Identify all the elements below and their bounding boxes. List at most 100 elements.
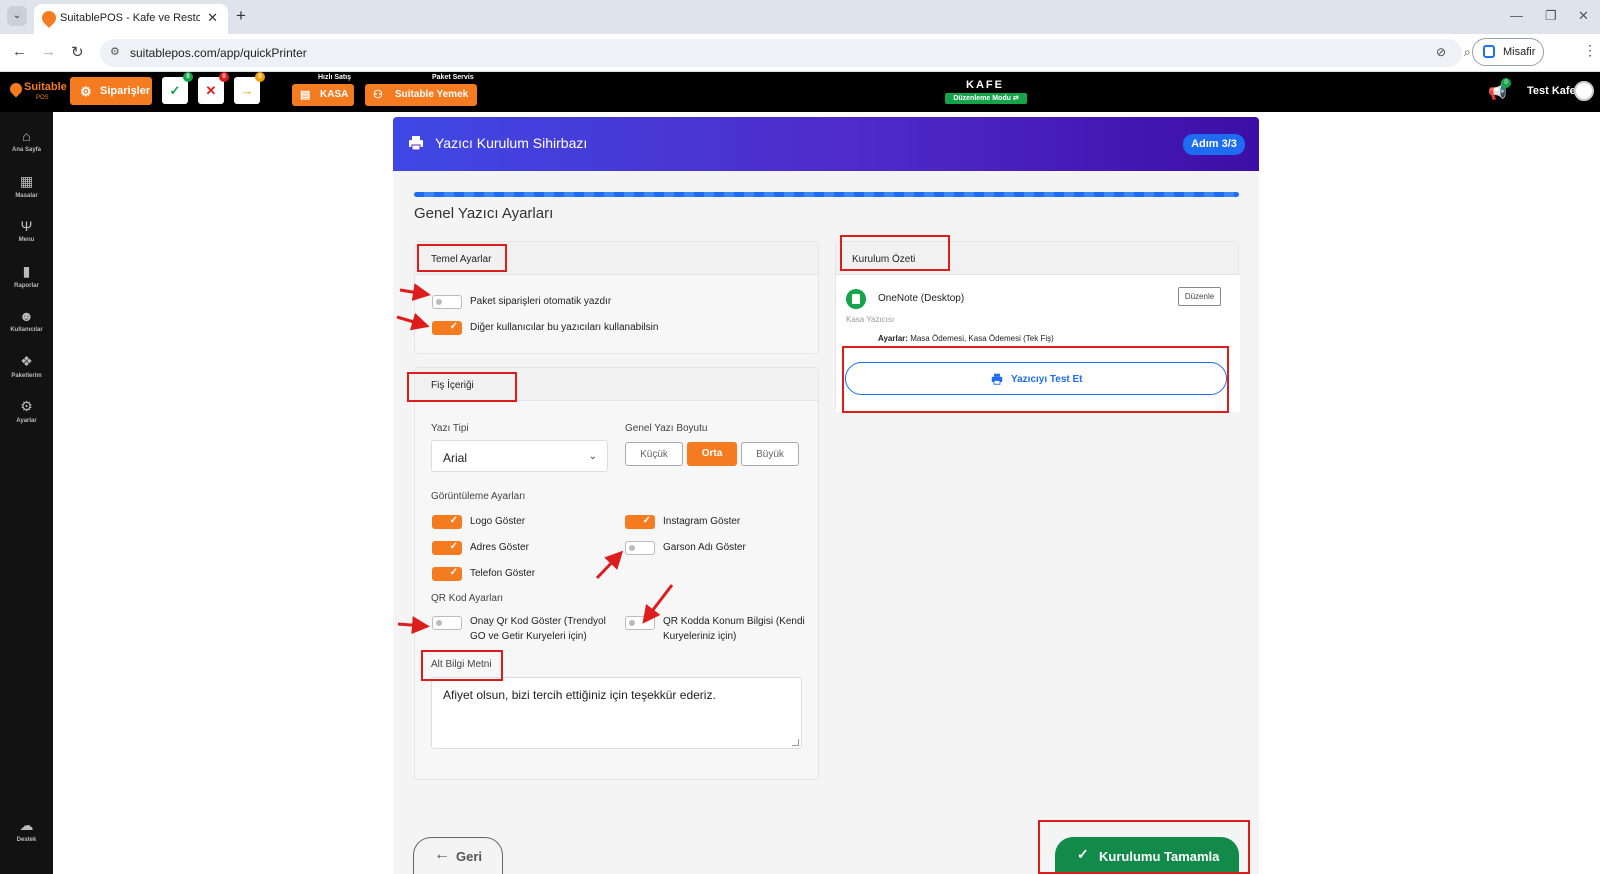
venue-name: KAFE [966,79,1004,91]
progress-bar [414,192,1239,197]
chat-icon: ☁ [19,817,34,833]
suitable-yemek-label: Suitable Yemek [395,89,469,100]
resize-grip-icon[interactable] [792,739,799,746]
close-tab-icon[interactable]: ✕ [207,10,218,26]
back-nav-icon[interactable]: ← [12,43,27,60]
approved-badge: 0 [183,72,193,82]
browser-toolbar: ← → ↻ ⚙ suitablepos.com/app/quickPrinter… [0,34,1600,72]
auto-print-toggle[interactable] [432,295,462,309]
tracking-off-icon[interactable]: ⊘ [1436,45,1446,59]
forward-nav-icon[interactable]: → [41,43,56,60]
share-printer-toggle[interactable] [432,321,462,335]
sidebar-item-users[interactable]: ☻ Kullanıcılar [0,308,53,333]
edit-mode-label: Düzenleme Modu [953,95,1011,102]
sidebar-item-tables[interactable]: ▦ Masalar [0,173,53,199]
kasa-button[interactable]: ▤ KASA [292,84,354,106]
new-tab-icon[interactable]: + [236,6,246,26]
forwarded-orders-button[interactable]: → 0 [234,72,265,104]
app-logo[interactable]: Suitable POS [7,78,67,106]
approval-qr-label: Onay Qr Kod Göster (Trendyol GO ve Getir… [470,616,606,642]
edit-printer-button[interactable]: Düzenle [1178,287,1221,306]
printer-role: Kasa Yazıcısı [846,315,895,324]
receipt-content-card: Fiş İçeriği Yazı Tipi Arial ⌄ Genel Yazı… [414,367,819,780]
font-select-value: Arial [443,451,468,465]
share-printer-label: Diğer kullanıcılar bu yazıcıları kullana… [470,322,659,333]
zoom-icon[interactable]: ⌕ [1464,45,1471,60]
logo-toggle-label: Logo Göster [470,516,526,527]
phone-toggle[interactable] [432,567,462,581]
chevron-down-icon: ⌄ [588,451,597,462]
size-label: Genel Yazı Boyutu [625,423,708,434]
url-text: suitablepos.com/app/quickPrinter [130,46,307,60]
address-toggle[interactable] [432,541,462,555]
suitable-yemek-button[interactable]: ⚇ Suitable Yemek [365,84,477,106]
forwarded-badge: 0 [255,72,265,82]
register-icon: ▤ [300,89,311,101]
settings-prefix: Ayarlar: [878,334,908,343]
app-top-bar: Suitable POS ⚙ Siparişler ✓ 0 ✕ 0 → 0 Hı… [0,72,1600,112]
logo-toggle[interactable] [432,515,462,529]
cancelled-orders-button[interactable]: ✕ 0 [198,72,229,104]
waiter-name-toggle-label: Garson Adı Göster [663,542,746,553]
sidebar-item-settings[interactable]: ⚙ Ayarlar [0,398,53,424]
utensils-icon: Ψ [20,218,33,234]
qr-location-label: QR Kodda Konum Bilgisi (Kendi Kuryelerin… [663,616,805,642]
quick-sale-tag: Hızlı Satış [318,74,352,81]
gift-icon: ❖ [20,353,33,369]
phone-toggle-label: Telefon Göster [470,568,536,579]
users-icon: ☻ [19,308,34,324]
sidebar-item-reports[interactable]: ▮ Raporlar [0,263,53,289]
sidebar-item-menu[interactable]: Ψ Menu [0,218,53,243]
font-label: Yazı Tipi [431,423,469,434]
report-icon: ▮ [22,263,31,279]
footer-text-area[interactable]: Afiyet olsun, bizi tercih ettiğiniz için… [431,677,802,749]
size-large-button[interactable]: Büyük [741,442,799,466]
home-icon: ⌂ [22,128,31,144]
restore-icon[interactable]: ❐ [1545,8,1557,24]
sidebar-item-packages[interactable]: ❖ Paketlerim [0,353,53,379]
waiter-name-toggle[interactable] [625,541,655,555]
logo-sub: POS [36,95,49,101]
approved-orders-button[interactable]: ✓ 0 [162,72,193,104]
user-name[interactable]: Test Kafe [1527,85,1576,97]
minimize-icon[interactable]: — [1510,8,1523,23]
browser-tab[interactable]: SuitablePOS - Kafe ve Restoran ✕ [34,4,228,34]
size-small-button[interactable]: Küçük [625,442,683,466]
annotation-box [1038,820,1250,874]
close-window-icon[interactable]: ✕ [1578,8,1589,24]
annotation-box [407,372,517,402]
instagram-toggle-label: Instagram Göster [663,516,741,527]
instagram-toggle[interactable] [625,515,655,529]
approval-qr-toggle[interactable] [432,616,462,630]
sidebar-item-label: Ayarlar [16,418,37,424]
gears-icon: ⚙ [80,84,92,99]
tab-list-button[interactable]: ⌄ [7,6,27,26]
sidebar-item-label: Menu [18,237,35,243]
qr-location-toggle[interactable] [625,616,655,630]
sidebar-item-home[interactable]: ⌂ Ana Sayfa [0,128,53,153]
arrow-left-icon: ← [434,846,450,863]
sidebar-item-label: Raporlar [14,283,39,289]
sidebar-item-support[interactable]: ☁ Destek [0,817,53,843]
display-settings-label: Görüntüleme Ayarları [431,491,526,502]
browser-menu-icon[interactable]: ⋮ [1583,42,1597,59]
profile-button[interactable]: Misafir [1472,38,1544,66]
reload-icon[interactable]: ↻ [71,43,84,61]
profile-label: Misafir [1503,46,1536,58]
address-bar[interactable]: ⚙ suitablepos.com/app/quickPrinter ⊘ ⌕ [100,39,1471,67]
font-select[interactable]: Arial ⌄ [431,440,608,472]
sidebar-item-label: Kullanıcılar [10,327,43,333]
logo-pin-icon [7,80,25,98]
sidebar-item-label: Ana Sayfa [11,147,41,153]
profile-icon [1483,45,1495,58]
back-label: Geri [456,849,483,864]
announce-badge: 0 [1501,78,1511,88]
site-favicon-icon [39,8,59,28]
back-button[interactable]: ← Geri [413,837,503,874]
size-medium-button[interactable]: Orta [687,442,737,466]
edit-mode-badge[interactable]: Düzenleme Modu ⇄ [945,93,1027,104]
site-info-icon[interactable]: ⚙ [110,45,120,58]
user-avatar[interactable] [1574,81,1594,101]
sidebar: ⌂ Ana Sayfa ▦ Masalar Ψ Menu ▮ Raporlar … [0,112,53,874]
orders-button[interactable]: ⚙ Siparişler [70,77,152,105]
